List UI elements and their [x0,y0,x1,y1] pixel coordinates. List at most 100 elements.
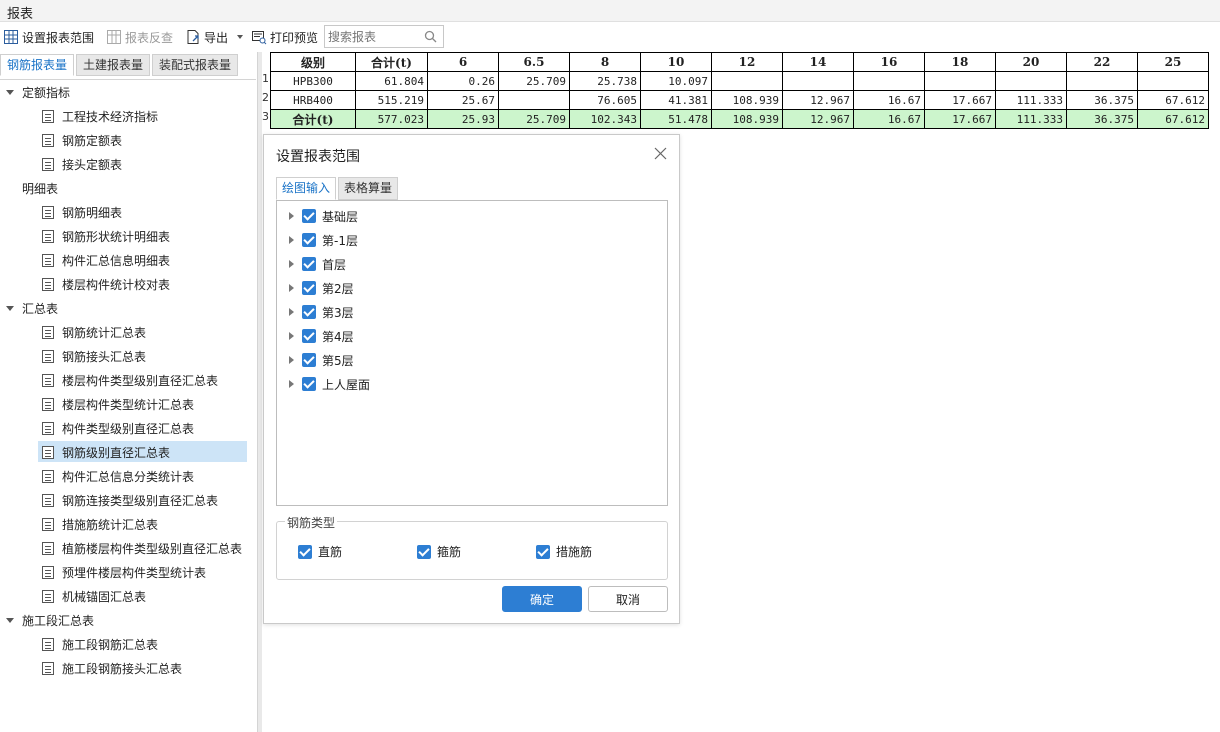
tree-item-report[interactable]: 构件类型级别直径汇总表 [0,416,256,440]
checkbox-checked[interactable] [302,281,316,295]
table-cell[interactable] [782,71,854,91]
search-icon[interactable] [424,30,437,43]
set-range-button[interactable]: 设置报表范围 [3,22,94,52]
table-cell[interactable] [924,71,996,91]
tree-item-report[interactable]: 楼层构件类型级别直径汇总表 [0,368,256,392]
tree-item-report[interactable]: 工程技术经济指标 [0,104,256,128]
table-cell[interactable]: 36.375 [1066,109,1138,129]
expand-arrow-icon[interactable] [289,260,294,268]
table-cell[interactable]: 41.381 [640,90,712,110]
table-cell[interactable]: 577.023 [355,109,428,129]
table-cell[interactable]: HPB300 [270,71,356,91]
table-cell[interactable]: 61.804 [355,71,428,91]
floor-item[interactable]: 上人屋面 [289,375,370,393]
table-cell[interactable] [1066,71,1138,91]
tab-table-quantity[interactable]: 表格算量 [338,177,399,200]
table-cell[interactable]: 515.219 [355,90,428,110]
tree-item-report[interactable]: 钢筋统计汇总表 [0,320,256,344]
floor-item[interactable]: 第-1层 [289,231,358,249]
tree-item-report[interactable]: 钢筋形状统计明细表 [0,224,256,248]
floor-item[interactable]: 第4层 [289,327,354,345]
tab-civil-report[interactable]: 土建报表量 [76,54,151,76]
rebar-type-stirrup[interactable]: 箍筋 [417,543,461,560]
tree-item-report[interactable]: 施工段钢筋接头汇总表 [0,656,256,680]
checkbox-checked[interactable] [536,544,550,559]
checkbox-checked[interactable] [298,544,312,559]
tree-item-report[interactable]: 措施筋统计汇总表 [0,512,256,536]
tree-item-report[interactable]: 施工段钢筋汇总表 [0,632,256,656]
table-cell[interactable]: 108.939 [711,109,783,129]
tree-item-report[interactable]: 接头定额表 [0,152,256,176]
table-cell[interactable]: 25.709 [498,109,570,129]
table-cell[interactable]: 17.667 [924,90,996,110]
table-cell[interactable] [711,71,783,91]
rebar-type-measure[interactable]: 措施筋 [536,543,592,560]
table-cell[interactable]: 51.478 [640,109,712,129]
table-cell[interactable]: 108.939 [711,90,783,110]
table-cell[interactable]: 17.667 [924,109,996,129]
tree-item-report[interactable]: 构件汇总信息明细表 [0,248,256,272]
expand-caret-icon[interactable] [6,617,14,623]
table-cell[interactable]: 102.343 [569,109,641,129]
floor-item[interactable]: 第3层 [289,303,354,321]
checkbox-checked[interactable] [302,209,316,223]
tree-group-construction-section[interactable]: 施工段汇总表 [0,608,256,632]
table-cell[interactable]: 16.67 [853,109,925,129]
tree-item-report[interactable]: 钢筋定额表 [0,128,256,152]
tree-group-detail[interactable]: 明细表 [0,176,256,200]
close-icon[interactable] [654,147,667,160]
tree-item-report[interactable]: 机械锚固汇总表 [0,584,256,608]
ok-button[interactable]: 确定 [502,586,582,612]
table-cell[interactable]: 36.375 [1066,90,1138,110]
tree-item-report[interactable]: 预埋件楼层构件类型统计表 [0,560,256,584]
floor-item[interactable]: 第5层 [289,351,354,369]
tree-item-report[interactable]: 构件汇总信息分类统计表 [0,464,256,488]
table-cell[interactable] [498,90,570,110]
table-cell[interactable]: 111.333 [995,90,1067,110]
tab-rebar-report[interactable]: 钢筋报表量 [0,54,75,76]
table-cell[interactable]: HRB400 [270,90,356,110]
checkbox-checked[interactable] [302,233,316,247]
cancel-button[interactable]: 取消 [588,586,668,612]
expand-arrow-icon[interactable] [289,236,294,244]
checkbox-checked[interactable] [302,353,316,367]
table-cell[interactable]: 0.26 [427,71,499,91]
table-cell[interactable] [853,71,925,91]
expand-arrow-icon[interactable] [289,308,294,316]
expand-caret-icon[interactable] [6,305,14,311]
floor-item[interactable]: 第2层 [289,279,354,297]
rebar-type-straight[interactable]: 直筋 [298,543,342,560]
checkbox-checked[interactable] [417,544,431,559]
tree-group-summary[interactable]: 汇总表 [0,296,256,320]
table-cell[interactable]: 25.93 [427,109,499,129]
expand-arrow-icon[interactable] [289,380,294,388]
tree-item-report[interactable]: 植筋楼层构件类型级别直径汇总表 [0,536,256,560]
tree-item-report-selected[interactable]: 钢筋级别直径汇总表 [0,440,256,464]
table-cell[interactable]: 25.67 [427,90,499,110]
expand-arrow-icon[interactable] [289,332,294,340]
expand-caret-icon[interactable] [6,89,14,95]
table-cell[interactable]: 67.612 [1137,109,1209,129]
report-search-input[interactable] [325,26,421,47]
tree-item-report[interactable]: 楼层构件统计校对表 [0,272,256,296]
table-cell[interactable]: 76.605 [569,90,641,110]
tree-item-report[interactable]: 钢筋明细表 [0,200,256,224]
print-preview-button[interactable]: 打印预览 [251,22,318,52]
expand-arrow-icon[interactable] [289,356,294,364]
floor-item[interactable]: 首层 [289,255,346,273]
tree-item-report[interactable]: 钢筋连接类型级别直径汇总表 [0,488,256,512]
export-dropdown-icon[interactable] [237,35,244,39]
expand-arrow-icon[interactable] [289,284,294,292]
table-cell[interactable]: 12.967 [782,109,854,129]
table-cell[interactable]: 10.097 [640,71,712,91]
checkbox-checked[interactable] [302,329,316,343]
checkbox-checked[interactable] [302,305,316,319]
table-cell[interactable]: 合计(t) [270,109,356,129]
export-button[interactable]: 导出 [185,22,244,52]
tab-drawing-input[interactable]: 绘图输入 [276,177,337,200]
floor-item[interactable]: 基础层 [289,207,358,225]
panel-splitter[interactable] [258,52,262,732]
table-cell[interactable]: 111.333 [995,109,1067,129]
table-cell[interactable]: 67.612 [1137,90,1209,110]
tree-group-quota-index[interactable]: 定额指标 [0,80,256,104]
